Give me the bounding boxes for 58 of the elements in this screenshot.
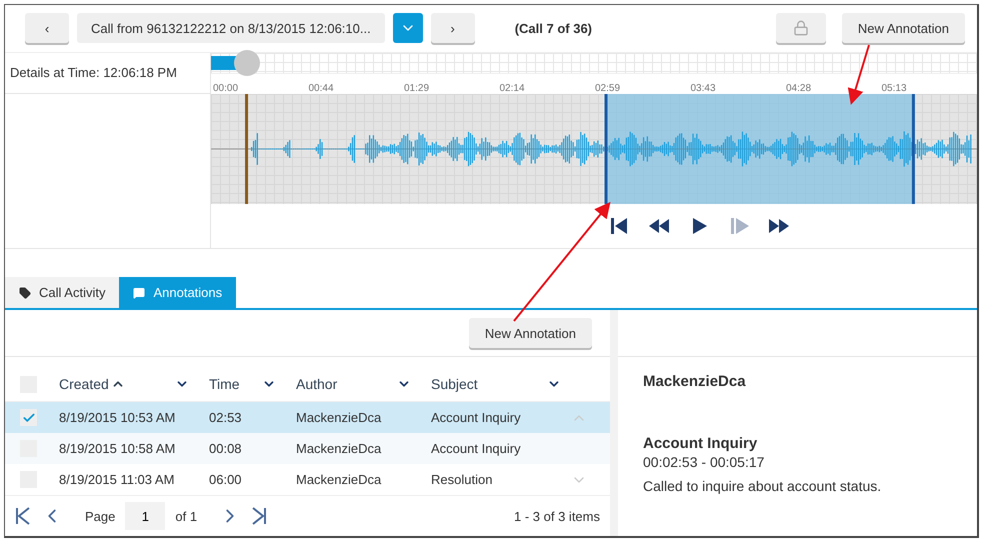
table-row[interactable]: 8/19/2015 10:58 AM 00:08 MackenzieDca Account Inquiry xyxy=(5,433,610,464)
table-cell-text: Resolution xyxy=(430,472,494,487)
comment-icon xyxy=(133,286,146,298)
column-header[interactable]: Created xyxy=(59,376,125,392)
table-cell-text: Account Inquiry xyxy=(430,441,522,456)
tag-icon xyxy=(19,286,31,298)
table-cell-text: 8/19/2015 10:53 AM xyxy=(58,410,176,425)
last-page-icon[interactable] xyxy=(251,506,268,526)
table-cell-text: MackenzieDca xyxy=(295,410,382,425)
playhead-marker[interactable] xyxy=(245,94,248,204)
annotation-note: Called to inquire about account status. xyxy=(643,478,882,494)
row-checkbox[interactable] xyxy=(20,409,37,426)
column-header[interactable]: Subject xyxy=(431,376,478,392)
column-header[interactable]: Time xyxy=(209,376,240,392)
table-cell-text: 8/19/2015 11:03 AM xyxy=(58,472,176,487)
column-header[interactable]: Author xyxy=(296,376,338,392)
table-cell-text: MackenzieDca xyxy=(295,441,382,456)
lock-icon xyxy=(792,20,809,36)
dropdown-button[interactable] xyxy=(392,13,423,44)
time-tick: 05:13 xyxy=(882,82,907,94)
callout-arrow xyxy=(848,44,870,105)
progress-handle[interactable] xyxy=(234,50,260,76)
annotation-author: MackenzieDca xyxy=(643,373,747,390)
table-cell-text: Account Inquiry xyxy=(430,410,522,425)
items-summary: 1 - 3 of 3 items xyxy=(514,508,600,524)
time-tick: 00:44 xyxy=(308,82,334,94)
new-annotation-button[interactable]: New Annotation xyxy=(468,318,592,348)
table-cell-text: 8/19/2015 10:58 AM xyxy=(58,441,176,456)
page-count-label: of 1 xyxy=(175,508,198,524)
progress-track[interactable] xyxy=(211,52,977,74)
table-row[interactable]: 8/19/2015 10:53 AM 02:53 MackenzieDca Account Inquiry xyxy=(5,402,610,433)
annotation-subject: Account Inquiry xyxy=(643,435,758,452)
previous-call-button[interactable]: ‹ xyxy=(25,13,69,44)
selection-start-handle[interactable] xyxy=(604,94,608,204)
selection-end-handle[interactable] xyxy=(912,94,915,204)
time-tick: 03:43 xyxy=(690,82,716,94)
time-tick: 02:59 xyxy=(595,82,620,94)
waveform-panel[interactable] xyxy=(211,94,977,204)
table-cell-text: 00:08 xyxy=(208,441,243,456)
table-cell-text: 06:00 xyxy=(208,472,243,487)
time-tick: 00:00 xyxy=(213,82,238,94)
call-title: Call from 96132122212 on 8/13/2015 12:06:10... xyxy=(77,13,385,44)
lock-button[interactable] xyxy=(776,13,826,44)
page-label: Page xyxy=(85,508,116,524)
page-number-field[interactable]: 1 xyxy=(125,502,166,530)
first-page-icon[interactable] xyxy=(15,506,31,526)
tab[interactable]: Call Activity xyxy=(5,277,120,308)
call-counter: (Call 7 of 36) xyxy=(514,20,592,36)
time-tick: 02:14 xyxy=(500,82,525,94)
check-icon xyxy=(22,410,36,424)
time-tick: 01:29 xyxy=(404,82,430,94)
table-cell-text: MackenzieDca xyxy=(295,472,382,487)
new-annotation-button[interactable]: New Annotation xyxy=(842,13,965,44)
annotation-time-range: 00:02:53 - 00:05:17 xyxy=(643,454,766,470)
next-call-button[interactable]: › xyxy=(430,13,475,44)
table-cell-text: 02:53 xyxy=(208,410,243,425)
details-time-label: Details at Time: 12:06:18 PM xyxy=(10,65,177,80)
time-tick: 04:28 xyxy=(786,82,812,94)
